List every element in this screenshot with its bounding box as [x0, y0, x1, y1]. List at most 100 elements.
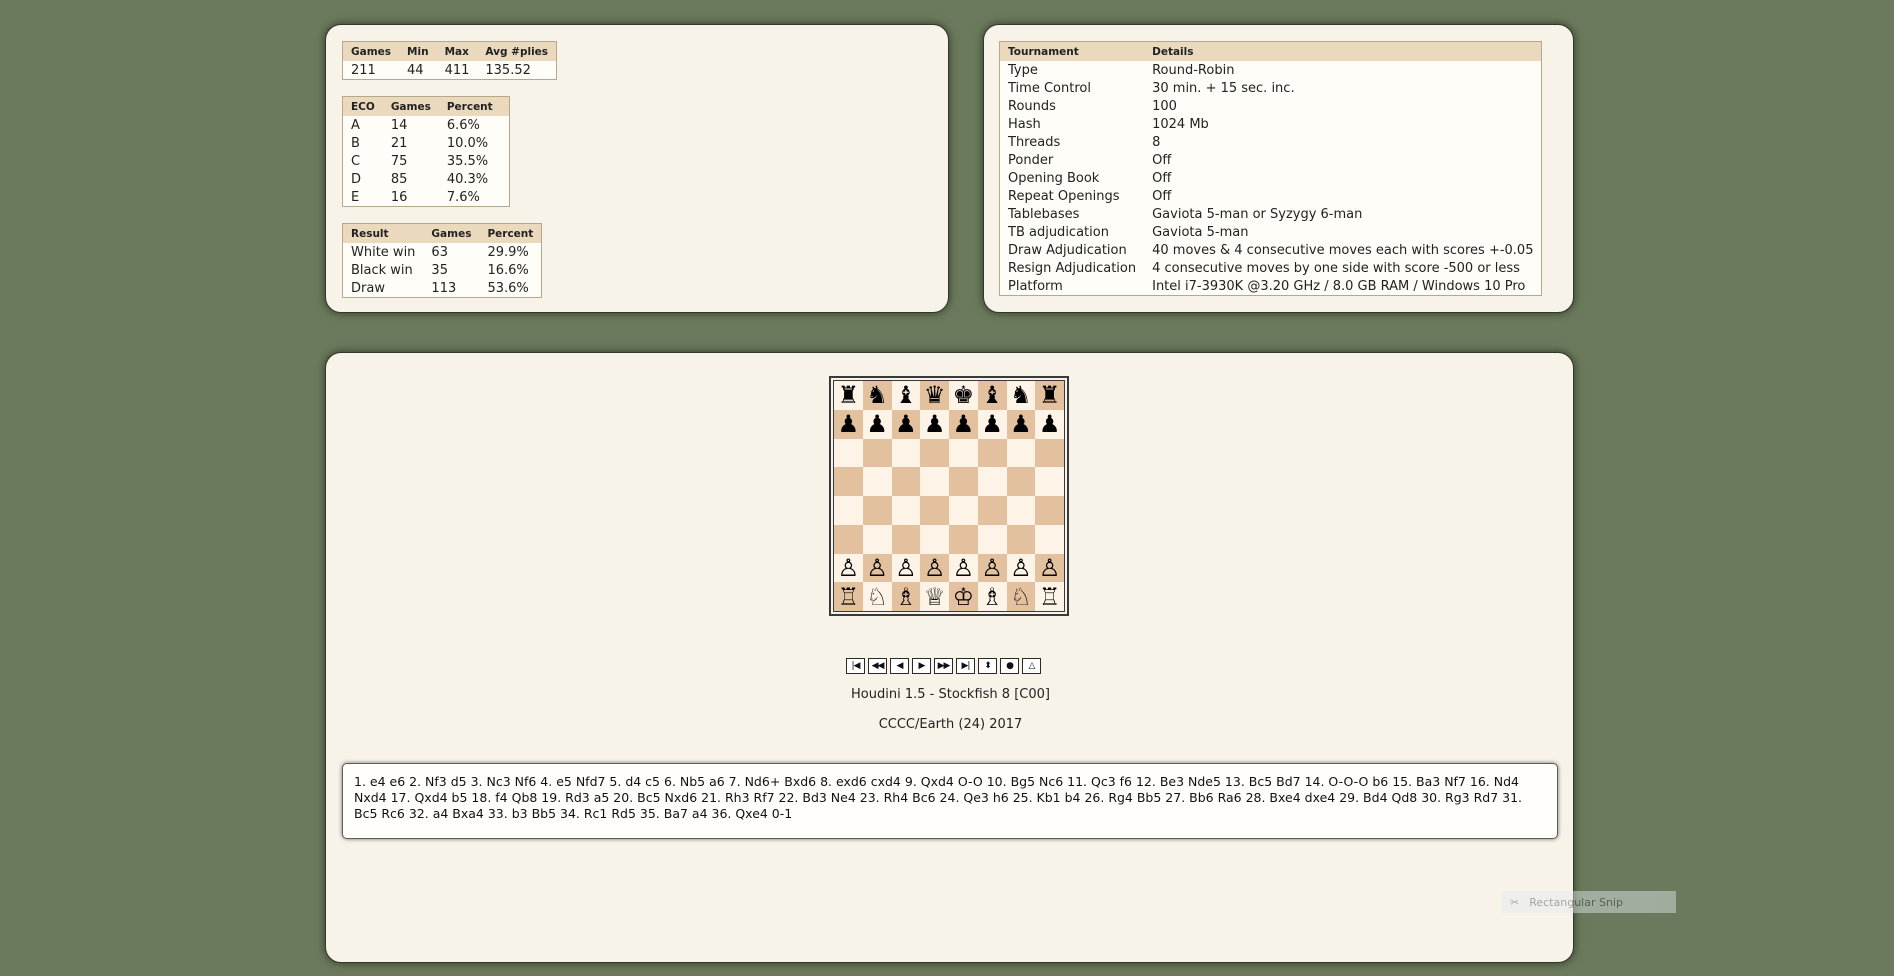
board-square[interactable]: [1006, 524, 1036, 554]
chess-piece-icon[interactable]: ♙: [838, 556, 860, 580]
board-square[interactable]: [1006, 438, 1036, 468]
chess-piece-icon[interactable]: ♙: [1039, 556, 1061, 580]
chess-piece-icon[interactable]: ♜: [838, 383, 860, 407]
board-square[interactable]: ♖: [834, 582, 863, 611]
board-square[interactable]: [977, 524, 1007, 554]
chess-piece-icon[interactable]: ♟: [866, 412, 888, 436]
options-button[interactable]: △: [1022, 658, 1041, 674]
chess-piece-icon[interactable]: ♞: [1010, 383, 1032, 407]
board-square[interactable]: ♕: [920, 582, 949, 611]
board-square[interactable]: [977, 467, 1007, 496]
autoplay-button[interactable]: ●: [1000, 658, 1019, 674]
chess-piece-icon[interactable]: ♟: [838, 412, 860, 436]
board-square[interactable]: [1006, 496, 1036, 525]
back-multiple-button[interactable]: ◀◀: [868, 658, 887, 674]
board-square[interactable]: ♚: [949, 381, 978, 410]
board-square[interactable]: ♝: [891, 381, 921, 410]
board-square[interactable]: ♞: [1006, 381, 1036, 410]
chess-piece-icon[interactable]: ♘: [866, 585, 888, 609]
board-square[interactable]: ♜: [1035, 381, 1064, 410]
board-square[interactable]: ♙: [977, 553, 1007, 583]
board-square[interactable]: [977, 438, 1007, 468]
chess-piece-icon[interactable]: ♟: [1010, 412, 1032, 436]
board-square[interactable]: ♖: [1035, 582, 1064, 611]
board-square[interactable]: [1035, 467, 1064, 496]
board-square[interactable]: [891, 467, 921, 496]
board-square[interactable]: ♟: [920, 409, 949, 439]
board-square[interactable]: [920, 438, 949, 468]
board-square[interactable]: [920, 524, 949, 554]
chess-piece-icon[interactable]: ♟: [924, 412, 946, 436]
board-square[interactable]: [949, 496, 978, 525]
board-square[interactable]: ♗: [891, 582, 921, 611]
board-square[interactable]: ♔: [949, 582, 978, 611]
chess-piece-icon[interactable]: ♙: [895, 556, 917, 580]
board-square[interactable]: ♗: [977, 582, 1007, 611]
board-square[interactable]: [862, 524, 892, 554]
board-square[interactable]: ♙: [891, 553, 921, 583]
chess-piece-icon[interactable]: ♙: [924, 556, 946, 580]
chess-piece-icon[interactable]: ♙: [981, 556, 1003, 580]
board-square[interactable]: ♙: [920, 553, 949, 583]
board-square[interactable]: [1035, 524, 1064, 554]
board-square[interactable]: [891, 496, 921, 525]
chess-piece-icon[interactable]: ♖: [838, 585, 860, 609]
board-square[interactable]: [834, 496, 863, 525]
chess-piece-icon[interactable]: ♔: [953, 585, 975, 609]
chess-piece-icon[interactable]: ♝: [895, 383, 917, 407]
board-square[interactable]: ♞: [862, 381, 892, 410]
board-square[interactable]: ♙: [834, 553, 863, 583]
board-square[interactable]: ♟: [977, 409, 1007, 439]
board-square[interactable]: [862, 438, 892, 468]
board-square[interactable]: [891, 438, 921, 468]
board-square[interactable]: [977, 496, 1007, 525]
board-square[interactable]: ♝: [977, 381, 1007, 410]
chess-piece-icon[interactable]: ♟: [895, 412, 917, 436]
chess-piece-icon[interactable]: ♘: [1010, 585, 1032, 609]
board-square[interactable]: ♟: [1035, 409, 1064, 439]
chess-piece-icon[interactable]: ♟: [1039, 412, 1061, 436]
board-square[interactable]: ♜: [834, 381, 863, 410]
board-square[interactable]: ♟: [949, 409, 978, 439]
board-square[interactable]: [834, 467, 863, 496]
board-square[interactable]: ♟: [891, 409, 921, 439]
flip-board-button[interactable]: ⬍: [978, 658, 997, 674]
board-square[interactable]: ♛: [920, 381, 949, 410]
board-square[interactable]: [834, 524, 863, 554]
back-button[interactable]: ◀: [890, 658, 909, 674]
board-square[interactable]: ♙: [862, 553, 892, 583]
board-square[interactable]: [862, 467, 892, 496]
board-square[interactable]: [891, 524, 921, 554]
rectangular-snip-overlay[interactable]: ✂ Rectangular Snip: [1502, 891, 1676, 913]
board-square[interactable]: ♟: [834, 409, 863, 439]
chess-piece-icon[interactable]: ♙: [1010, 556, 1032, 580]
chess-piece-icon[interactable]: ♜: [1039, 383, 1061, 407]
board-square[interactable]: [949, 524, 978, 554]
board-square[interactable]: ♟: [1006, 409, 1036, 439]
chess-piece-icon[interactable]: ♖: [1039, 585, 1061, 609]
board-square[interactable]: ♘: [1006, 582, 1036, 611]
first-move-button[interactable]: |◀: [846, 658, 865, 674]
chess-piece-icon[interactable]: ♙: [866, 556, 888, 580]
chess-piece-icon[interactable]: ♗: [895, 585, 917, 609]
chess-piece-icon[interactable]: ♟: [953, 412, 975, 436]
forward-multiple-button[interactable]: ▶▶: [934, 658, 953, 674]
chess-piece-icon[interactable]: ♗: [981, 585, 1003, 609]
chess-piece-icon[interactable]: ♙: [953, 556, 975, 580]
play-button[interactable]: ▶: [912, 658, 931, 674]
board-square[interactable]: [920, 496, 949, 525]
chess-piece-icon[interactable]: ♛: [924, 383, 946, 407]
board-square[interactable]: ♟: [862, 409, 892, 439]
chessboard[interactable]: ♜ ♞ ♝ ♛ ♚ ♝ ♞ ♜ ♟ ♟ ♟ ♟ ♟ ♟ ♟ ♟ ♙ ♙ ♙ ♙ ♙ ♙ ♙ ♙ ♖ ♘ ♗ ♕ ♔ ♗ ♘ ♖: [833, 380, 1065, 612]
board-square[interactable]: [834, 438, 863, 468]
moves-text[interactable]: 1. e4 e6 2. Nf3 d5 3. Nc3 Nf6 4. e5 Nfd7…: [342, 763, 1558, 839]
chess-piece-icon[interactable]: ♞: [866, 383, 888, 407]
last-move-button[interactable]: ▶|: [956, 658, 975, 674]
board-square[interactable]: [1006, 467, 1036, 496]
chess-piece-icon[interactable]: ♕: [924, 585, 946, 609]
board-square[interactable]: [949, 438, 978, 468]
board-square[interactable]: ♘: [862, 582, 892, 611]
chess-piece-icon[interactable]: ♚: [953, 383, 975, 407]
chess-piece-icon[interactable]: ♝: [981, 383, 1003, 407]
board-square[interactable]: [1035, 496, 1064, 525]
